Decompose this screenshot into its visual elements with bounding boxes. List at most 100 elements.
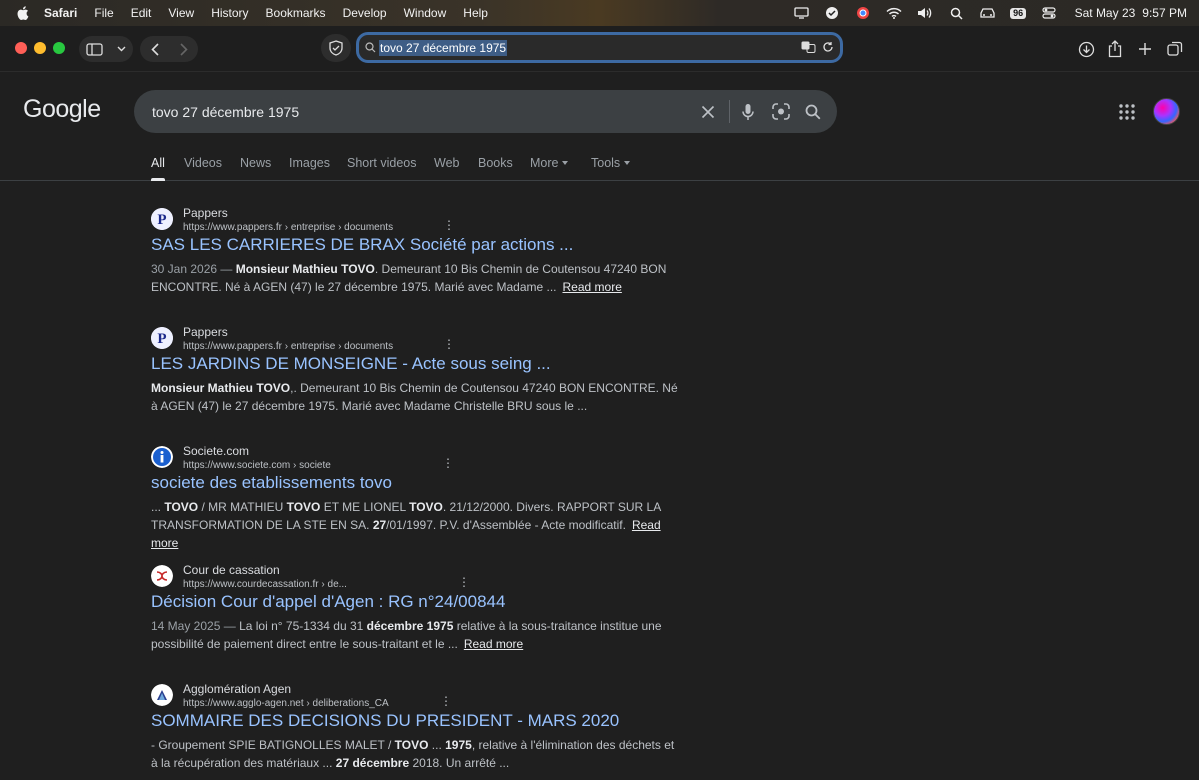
share-icon[interactable] (1104, 38, 1126, 60)
result-title-link[interactable]: societe des etablissements tovo (151, 473, 392, 493)
chrome-extension-icon[interactable] (848, 0, 879, 26)
new-tab-icon[interactable] (1134, 38, 1156, 60)
tab-images[interactable]: Images (289, 156, 330, 170)
spotlight-search-icon[interactable] (941, 0, 972, 26)
address-bar[interactable]: tovo 27 décembre 1975 (356, 32, 843, 63)
result-url[interactable]: https://www.courdecassation.fr › de... (183, 579, 347, 590)
sidebar-icon[interactable] (86, 42, 103, 56)
menubar-time[interactable]: 9:57 PM (1142, 6, 1187, 20)
read-more-link[interactable]: Read more (563, 280, 622, 294)
menu-develop[interactable]: Develop (343, 6, 387, 20)
menu-history[interactable]: History (211, 6, 248, 20)
zoom-window-button[interactable] (53, 42, 65, 54)
result-url[interactable]: https://www.societe.com › societe (183, 460, 331, 471)
menu-app-safari[interactable]: Safari (44, 6, 77, 20)
navigation-group (140, 36, 198, 62)
minimize-window-button[interactable] (34, 42, 46, 54)
google-apps-icon[interactable] (1118, 103, 1136, 121)
tab-more-label: More (530, 156, 559, 170)
result-title-link[interactable]: LES JARDINS DE MONSEIGNE - Acte sous sei… (151, 354, 551, 374)
tab-short-videos[interactable]: Short videos (347, 156, 416, 170)
info-favicon-icon (151, 446, 173, 468)
menubar-date[interactable]: Sat May 23 (1075, 6, 1136, 20)
google-logo[interactable]: Google (23, 95, 101, 124)
caret-down-icon (624, 161, 631, 165)
translate-icon[interactable] (801, 40, 816, 58)
control-center-icon[interactable] (1034, 0, 1065, 26)
more-options-icon[interactable]: ⋮ (458, 576, 470, 588)
menu-file[interactable]: File (94, 6, 113, 20)
snippet-highlight: TOVO (409, 500, 443, 514)
svg-text:P: P (157, 331, 166, 347)
tab-videos[interactable]: Videos (184, 156, 222, 170)
result-snippet: Monsieur Mathieu TOVO,. Demeurant 10 Bis… (151, 379, 681, 415)
search-submit-icon[interactable] (802, 101, 823, 122)
wifi-icon[interactable] (879, 0, 910, 26)
tab-books[interactable]: Books (478, 156, 513, 170)
screen-mirroring-icon[interactable] (786, 0, 817, 26)
more-options-icon[interactable]: ⋮ (443, 219, 455, 231)
result-site-name[interactable]: Cour de cassation (183, 563, 280, 577)
more-options-icon[interactable]: ⋮ (440, 695, 452, 707)
battery-level: 96 (1010, 7, 1027, 19)
google-search-box[interactable]: tovo 27 décembre 1975 (134, 90, 837, 133)
cour-de-cassation-favicon-icon (151, 565, 173, 587)
vpn-icon[interactable] (817, 0, 848, 26)
result-site-name[interactable]: Agglomération Agen (183, 682, 291, 696)
result-snippet: ... TOVO / MR MATHIEU TOVO ET ME LIONEL … (151, 498, 681, 552)
snippet-highlight: Monsieur Mathieu TOVO (151, 381, 291, 395)
result-url[interactable]: https://www.pappers.fr › entreprise › do… (183, 222, 393, 233)
menu-edit[interactable]: Edit (131, 6, 152, 20)
apple-icon[interactable] (16, 6, 30, 20)
search-icon (365, 42, 376, 53)
account-avatar[interactable] (1153, 98, 1180, 125)
result-title-link[interactable]: SAS LES CARRIERES DE BRAX Société par ac… (151, 235, 573, 255)
more-options-icon[interactable]: ⋮ (442, 457, 454, 469)
tab-news[interactable]: News (240, 156, 271, 170)
menu-view[interactable]: View (168, 6, 194, 20)
result-title-link[interactable]: SOMMAIRE DES DECISIONS DU PRESIDENT - MA… (151, 711, 619, 731)
snippet-text: / MR MATHIEU (198, 500, 287, 514)
downloads-icon[interactable] (1075, 38, 1097, 60)
tab-tools[interactable]: Tools (591, 156, 631, 170)
microphone-icon[interactable] (737, 101, 758, 122)
battery-icon[interactable]: 96 (1003, 0, 1034, 26)
menu-help[interactable]: Help (463, 6, 488, 20)
result-title-link[interactable]: Décision Cour d'appel d'Agen : RG n°24/0… (151, 592, 505, 612)
reload-icon[interactable] (822, 40, 834, 58)
result-url[interactable]: https://www.agglo-agen.net › deliberatio… (183, 698, 389, 709)
pappers-favicon-icon: P (151, 208, 173, 230)
menu-bookmarks[interactable]: Bookmarks (266, 6, 326, 20)
pappers-favicon-icon: P (151, 327, 173, 349)
menu-window[interactable]: Window (404, 6, 447, 20)
tab-web[interactable]: Web (434, 156, 459, 170)
result-snippet: 30 Jan 2026 — Monsieur Mathieu TOVO. Dem… (151, 260, 681, 296)
clear-icon[interactable] (697, 101, 718, 122)
forward-icon[interactable] (179, 42, 188, 56)
address-bar-text[interactable]: tovo 27 décembre 1975 (379, 39, 508, 56)
agglo-agen-favicon-icon (151, 684, 173, 706)
macos-menu-bar: Safari File Edit View History Bookmarks … (0, 0, 1199, 26)
result-site-name[interactable]: Pappers (183, 206, 228, 220)
result-site-name[interactable]: Pappers (183, 325, 228, 339)
search-input[interactable]: tovo 27 décembre 1975 (152, 104, 299, 120)
tab-tools-label: Tools (591, 156, 621, 170)
tab-more[interactable]: More (530, 156, 569, 170)
volume-icon[interactable] (910, 0, 941, 26)
safari-toolbar: tovo 27 décembre 1975 (0, 26, 1199, 72)
snippet-text: ... (151, 500, 165, 514)
close-window-button[interactable] (15, 42, 27, 54)
result-site-name[interactable]: Societe.com (183, 444, 249, 458)
snippet-highlight: 27 décembre (335, 756, 410, 770)
tab-overview-icon[interactable] (1164, 38, 1186, 60)
car-icon[interactable] (972, 0, 1003, 26)
privacy-shield-icon[interactable] (321, 34, 351, 62)
lens-icon[interactable] (770, 101, 791, 122)
back-icon[interactable] (150, 42, 159, 56)
tab-all[interactable]: All (151, 156, 165, 170)
more-options-icon[interactable]: ⋮ (443, 338, 455, 350)
result-url[interactable]: https://www.pappers.fr › entreprise › do… (183, 341, 393, 352)
read-more-link[interactable]: Read more (464, 637, 523, 651)
chevron-down-icon[interactable] (117, 46, 126, 52)
snippet-text: /01/1997. P.V. d'Assemblée - Acte modifi… (386, 518, 626, 532)
